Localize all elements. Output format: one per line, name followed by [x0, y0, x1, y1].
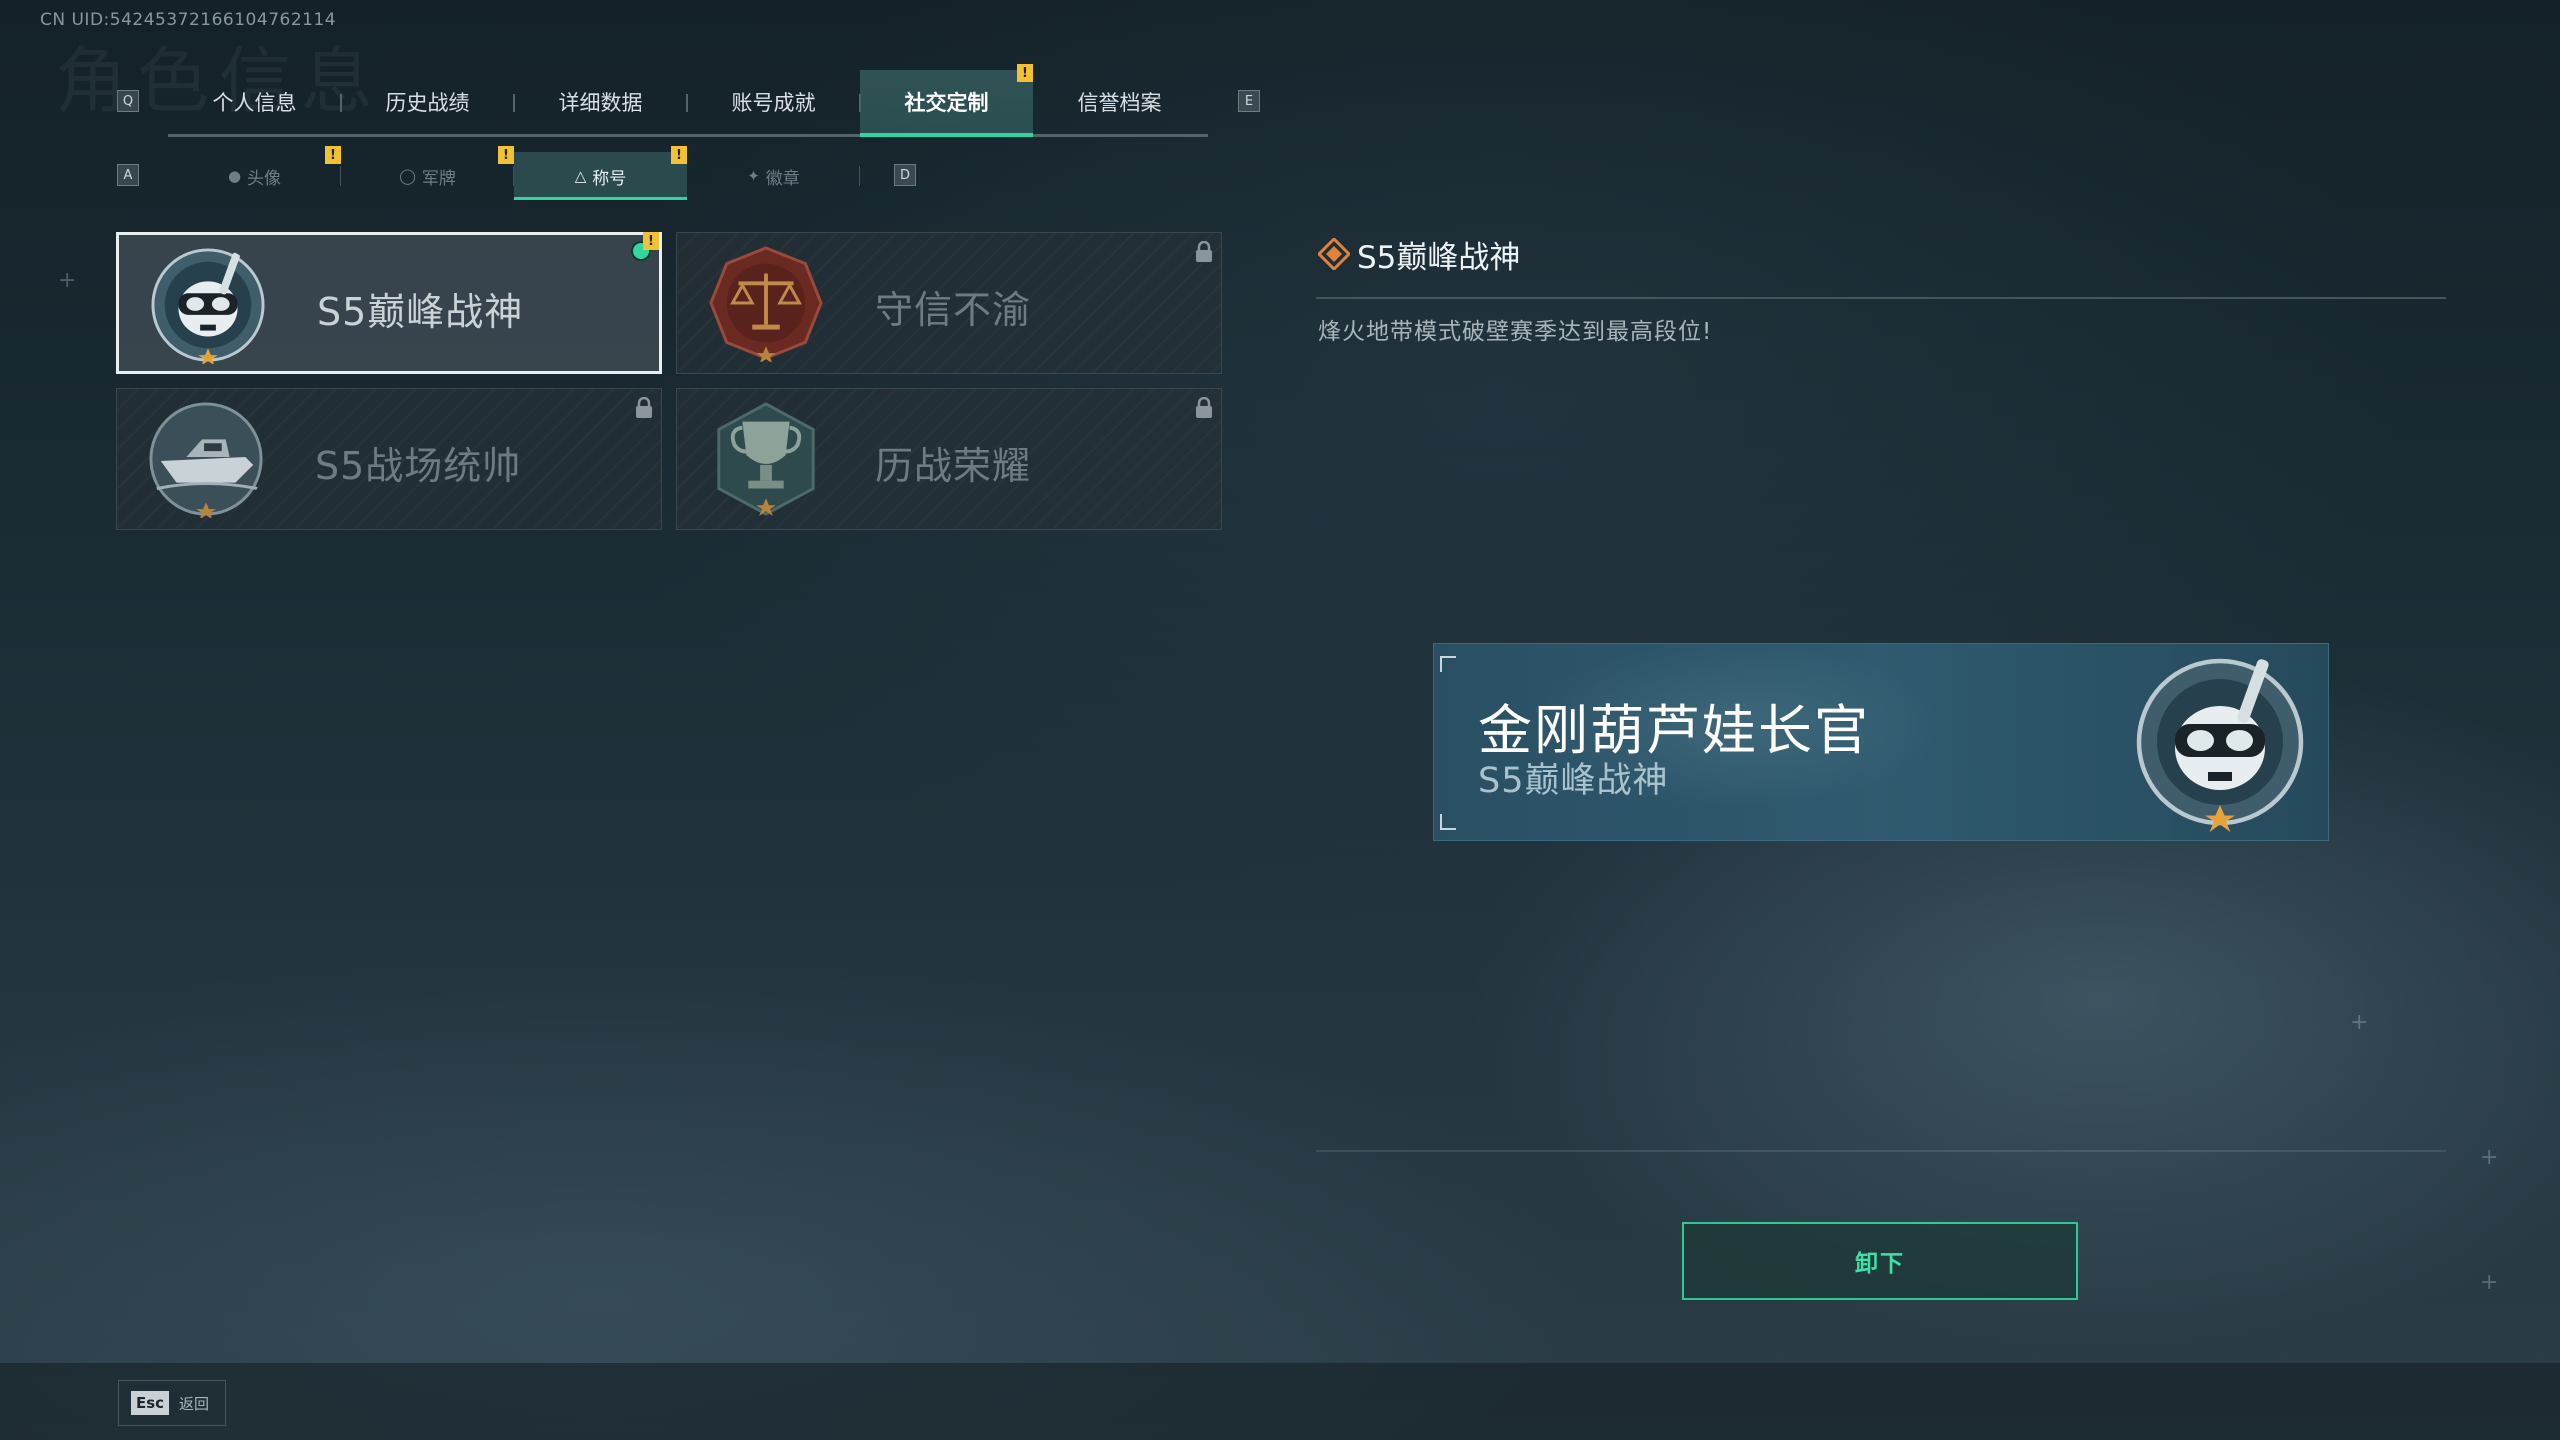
back-button[interactable]: Esc 返回	[118, 1380, 226, 1426]
title-name: S5巅峰战神	[317, 290, 524, 334]
title-card-battle-glory[interactable]: 历战荣耀	[676, 388, 1222, 530]
crosshair-decoration: +	[58, 268, 77, 293]
dogtag-icon: ◯	[399, 167, 416, 185]
subtab-label: 称号	[592, 168, 627, 189]
user-uid: CN UID:5424537216610476211​4	[40, 10, 337, 30]
bottom-bar	[0, 1363, 2560, 1440]
title-name: 守信不渝	[875, 288, 1032, 332]
nameplate-preview: 金刚葫芦娃长官 S5巅峰战神	[1433, 643, 2329, 841]
tab-label: 个人信息	[212, 91, 297, 115]
tab-label: 社交定制	[904, 91, 989, 115]
divider	[1316, 1150, 2446, 1152]
new-badge: !	[1017, 64, 1033, 82]
medal-icon: ✦	[747, 167, 760, 185]
prev-subtab-key[interactable]: A	[117, 164, 139, 186]
crosshair-decoration: +	[2480, 1270, 2499, 1295]
title-name: S5战场统帅	[315, 444, 522, 488]
trophy-emblem-icon	[717, 402, 815, 517]
scales-emblem-icon	[709, 246, 823, 362]
subtab-dogtag[interactable]: ◯ 军牌 !	[341, 146, 514, 200]
tab-personal-info[interactable]: 个人信息	[168, 70, 342, 134]
divider	[1316, 297, 2446, 299]
new-badge: !	[671, 146, 687, 164]
subtab-label: 头像	[247, 168, 282, 189]
new-badge: !	[643, 232, 659, 250]
diver-skull-emblem-icon	[2136, 658, 2304, 832]
subtab-medal[interactable]: ✦ 徽章	[687, 152, 860, 200]
lock-icon	[1196, 241, 1212, 262]
title-card-keep-faith[interactable]: 守信不渝	[676, 232, 1222, 374]
tab-label: 信誉档案	[1077, 91, 1162, 115]
boat-emblem-icon	[149, 402, 263, 518]
frame-corner	[1440, 656, 1456, 672]
title-icon: △	[574, 167, 587, 185]
frame-corner	[1440, 814, 1456, 830]
detail-description: 烽火地带模式破壁赛季达到最高段位!	[1318, 319, 1713, 345]
crosshair-decoration: +	[2480, 1145, 2499, 1170]
tab-label: 详细数据	[558, 91, 643, 115]
tab-detailed-data[interactable]: 详细数据	[514, 70, 688, 134]
lock-icon	[1196, 397, 1212, 418]
detail-title-name: S5巅峰战神	[1357, 240, 1521, 276]
unequip-button[interactable]: 卸下	[1682, 1222, 2078, 1300]
subtab-avatar[interactable]: ● 头像 !	[168, 146, 341, 200]
subtab-title[interactable]: △ 称号 !	[514, 146, 687, 200]
preview-title: S5巅峰战神	[1478, 761, 1669, 801]
person-icon: ●	[227, 167, 242, 185]
subtab-label: 徽章	[765, 168, 800, 189]
title-name: 历战荣耀	[875, 444, 1032, 488]
new-badge: !	[325, 146, 341, 164]
diver-skull-emblem-icon	[151, 248, 265, 364]
sub-tab-bar: ● 头像 ! ◯ 军牌 ! △ 称号 ! ✦ 徽章	[168, 146, 868, 200]
next-tab-key[interactable]: E	[1238, 90, 1260, 112]
tab-label: 历史战绩	[385, 91, 470, 115]
crosshair-decoration: +	[2350, 1010, 2369, 1035]
tab-history[interactable]: 历史战绩	[341, 70, 515, 134]
prev-tab-key[interactable]: Q	[117, 90, 139, 112]
tab-social-customization[interactable]: 社交定制 !	[860, 64, 1033, 137]
tab-reputation[interactable]: 信誉档案	[1033, 70, 1206, 134]
back-label: 返回	[179, 1394, 210, 1413]
new-badge: !	[498, 146, 514, 164]
next-subtab-key[interactable]: D	[894, 164, 916, 186]
tab-label: 账号成就	[731, 91, 816, 115]
title-card-s5-battlefield-commander[interactable]: S5战场统帅	[116, 388, 662, 530]
lock-icon	[636, 397, 652, 418]
esc-key: Esc	[131, 1391, 169, 1415]
subtab-label: 军牌	[421, 168, 456, 189]
title-type-icon	[1318, 238, 1350, 270]
title-card-s5-peak-god[interactable]: S5巅峰战神 !	[116, 232, 662, 374]
main-tab-bar: 个人信息 历史战绩 详细数据 账号成就 社交定制 ! 信誉档案	[168, 64, 1208, 137]
tab-achievements[interactable]: 账号成就	[687, 70, 861, 134]
